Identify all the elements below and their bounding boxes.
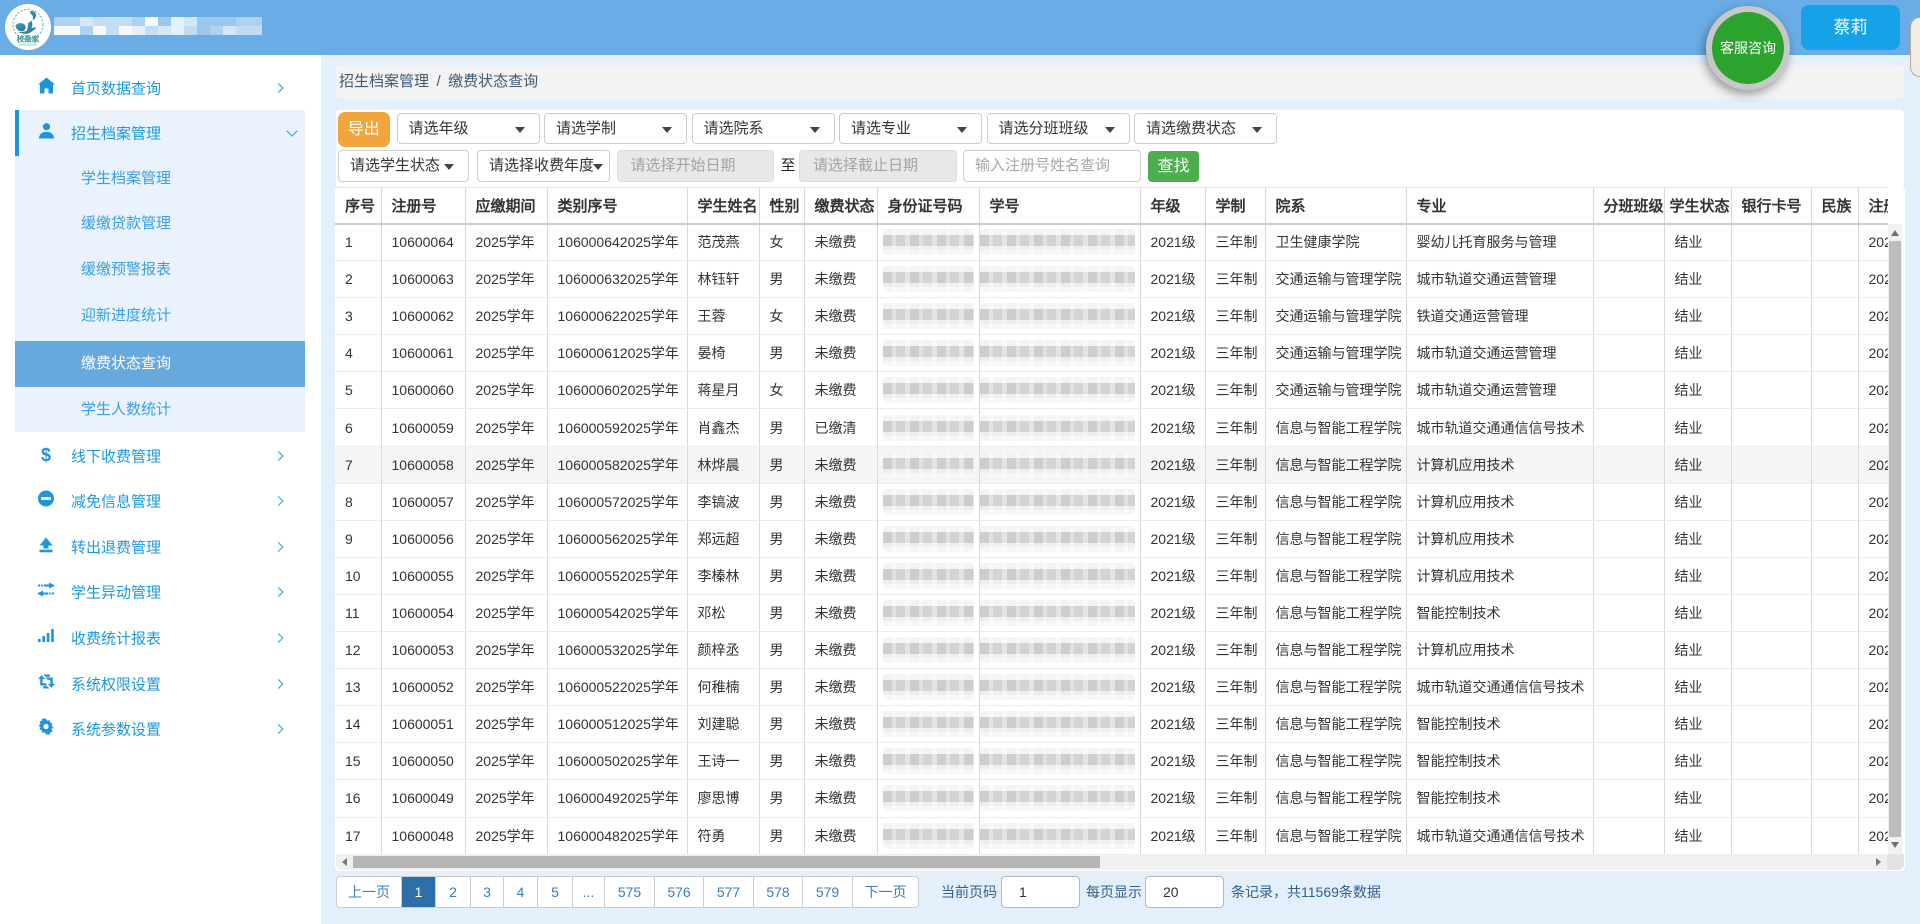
svg-text:XIAOYINGJIA: XIAOYINGJIA — [19, 43, 37, 47]
